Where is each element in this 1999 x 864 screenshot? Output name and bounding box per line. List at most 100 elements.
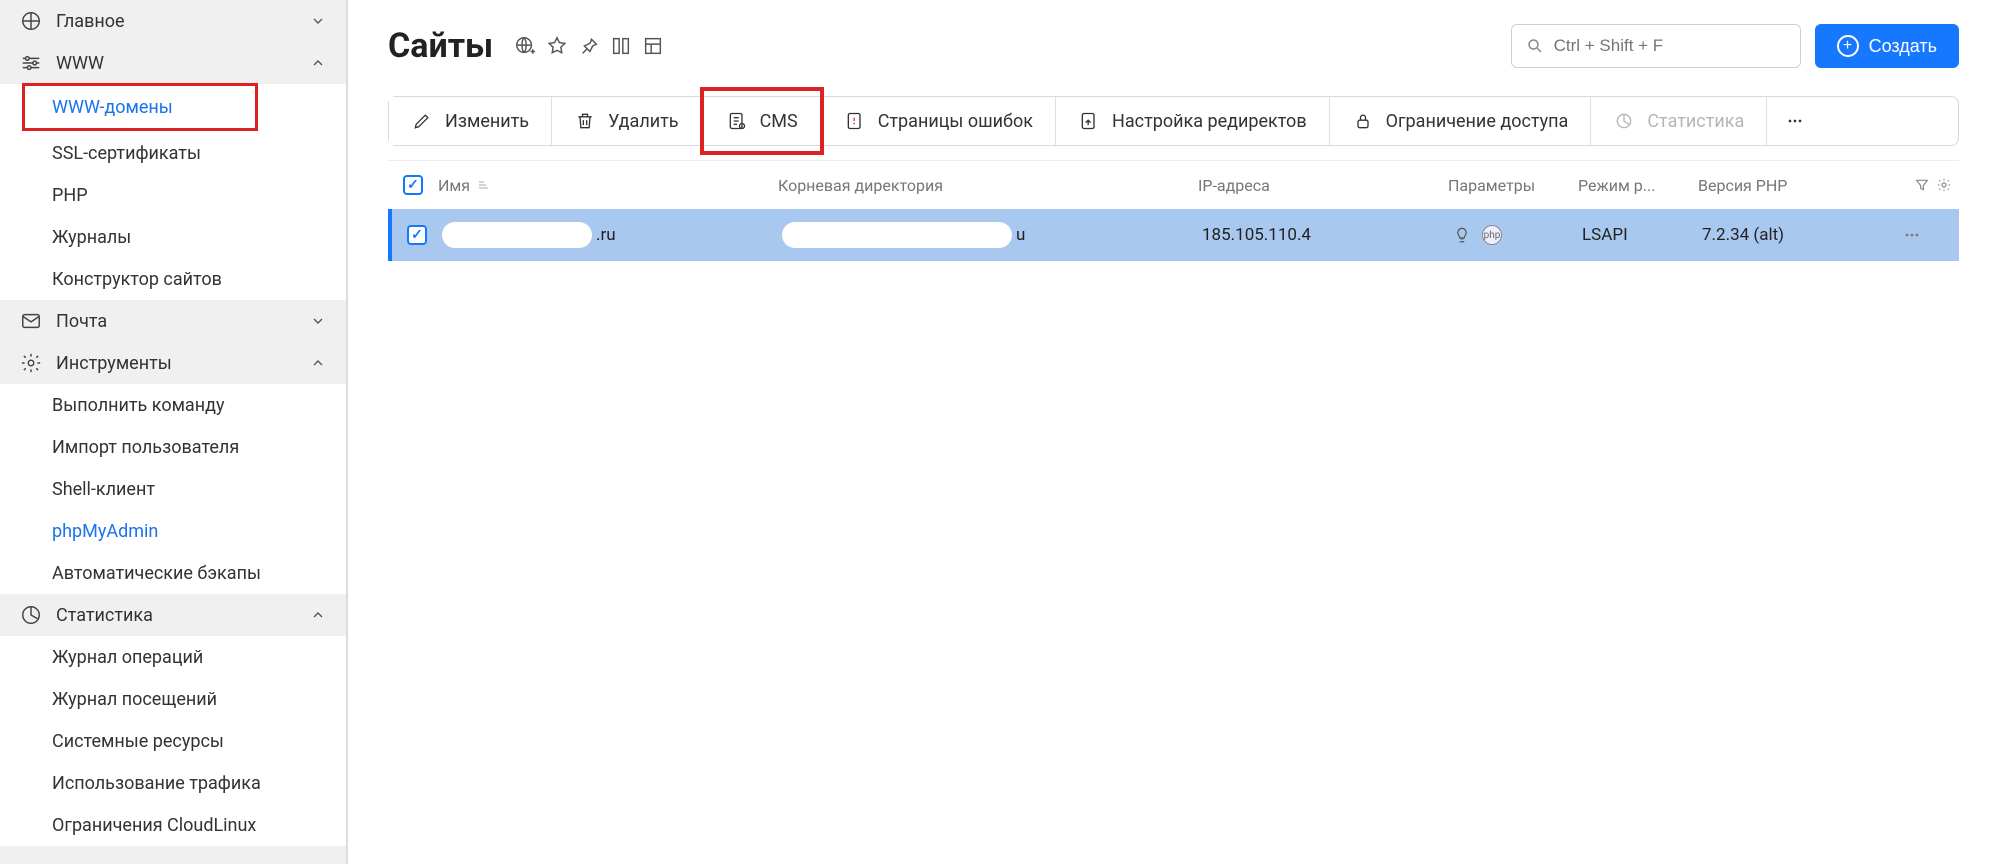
- sidebar-item-label: Импорт пользователя: [52, 437, 239, 458]
- sidebar-item-journals[interactable]: Журналы: [0, 216, 346, 258]
- layout-icon[interactable]: [641, 34, 665, 58]
- sidebar-item-phpmyadmin[interactable]: phpMyAdmin: [0, 510, 346, 552]
- select-all-checkbox[interactable]: [403, 175, 423, 195]
- lock-icon: [1352, 110, 1374, 132]
- sidebar-item-import-user[interactable]: Импорт пользователя: [0, 426, 346, 468]
- sidebar-item-php[interactable]: PHP: [0, 174, 346, 216]
- sidebar-sub-www: WWW-домены SSL-сертификаты PHP Журналы К…: [0, 84, 346, 300]
- title-actions: [513, 34, 665, 58]
- th-phpver[interactable]: Версия PHP: [1698, 176, 1898, 195]
- toolbar-cms-button[interactable]: CMS: [704, 97, 820, 145]
- sidebar-item-label: Автоматические бэкапы: [52, 563, 261, 584]
- sidebar-head-label: Главное: [56, 11, 296, 32]
- sidebar-item-ssl[interactable]: SSL-сертификаты: [0, 132, 346, 174]
- sidebar-item-shell[interactable]: Shell-клиент: [0, 468, 346, 510]
- toolbar-access-button[interactable]: Ограничение доступа: [1330, 97, 1592, 145]
- sidebar-item-label: WWW-домены: [52, 97, 173, 118]
- filter-icon[interactable]: [1914, 177, 1930, 193]
- columns-icon[interactable]: [609, 34, 633, 58]
- sidebar-item-traffic[interactable]: Использование трафика: [0, 762, 346, 804]
- php-badge-icon[interactable]: php: [1482, 225, 1502, 245]
- th-root[interactable]: Корневая директория: [778, 176, 1198, 195]
- sidebar-item-sysres[interactable]: Системные ресурсы: [0, 720, 346, 762]
- toolbar-label: Изменить: [445, 111, 529, 132]
- cell-name: .ru: [442, 222, 782, 248]
- sidebar-item-label: PHP: [52, 185, 88, 206]
- toolbar-redirects-button[interactable]: Настройка редиректов: [1056, 97, 1330, 145]
- globe-plus-icon[interactable]: [513, 34, 537, 58]
- sidebar-item-label: Выполнить команду: [52, 395, 225, 416]
- sidebar-head-label: Статистика: [56, 605, 296, 626]
- create-button[interactable]: + Создать: [1815, 24, 1959, 68]
- toolbar-delete-button[interactable]: Удалить: [552, 97, 701, 145]
- highlight-cms: CMS: [700, 87, 824, 155]
- sidebar-item-label: Журнал посещений: [52, 689, 217, 710]
- cell-phpver: 7.2.34 (alt): [1702, 225, 1902, 245]
- sidebar-item-visitlog[interactable]: Журнал посещений: [0, 678, 346, 720]
- toolbar-label: Настройка редиректов: [1112, 111, 1307, 132]
- search-input[interactable]: [1554, 36, 1786, 56]
- th-mode[interactable]: Режим р...: [1578, 176, 1698, 195]
- cms-icon: [726, 110, 748, 132]
- cell-params: php: [1452, 225, 1582, 245]
- sidebar-item-label: Журналы: [52, 227, 131, 248]
- sidebar-item-oplog[interactable]: Журнал операций: [0, 636, 346, 678]
- sidebar-head-main[interactable]: Главное: [0, 0, 346, 42]
- star-icon[interactable]: [545, 34, 569, 58]
- sidebar-head-www[interactable]: WWW: [0, 42, 346, 84]
- sidebar-item-label: Журнал операций: [52, 647, 203, 668]
- sidebar-head-stats[interactable]: Статистика: [0, 594, 346, 636]
- toolbar-edit-button[interactable]: Изменить: [389, 97, 552, 145]
- lightbulb-icon[interactable]: [1452, 225, 1472, 245]
- th-ip[interactable]: IP-адреса: [1198, 176, 1448, 195]
- search-icon: [1526, 37, 1544, 55]
- mail-icon: [20, 310, 42, 332]
- sidebar-item-cloudlinux[interactable]: Ограничения CloudLinux: [0, 804, 346, 846]
- sliders-icon: [20, 52, 42, 74]
- sidebar-section-tools: Инструменты Выполнить команду Импорт пол…: [0, 342, 346, 594]
- create-button-label: Создать: [1869, 36, 1937, 57]
- gear-icon[interactable]: [1936, 177, 1952, 193]
- search-box[interactable]: [1511, 24, 1801, 68]
- row-more-button[interactable]: [1902, 225, 1962, 245]
- mode-value: LSAPI: [1582, 225, 1628, 245]
- pencil-icon: [411, 110, 433, 132]
- root-suffix: u: [1016, 225, 1025, 245]
- chevron-up-icon: [310, 355, 326, 371]
- pin-icon[interactable]: [577, 34, 601, 58]
- sidebar-head-label: Инструменты: [56, 353, 296, 374]
- sidebar-head-tools[interactable]: Инструменты: [0, 342, 346, 384]
- dots-icon: [1785, 111, 1805, 131]
- toolbar: Изменить Удалить CMS Страницы ошибок: [388, 96, 1959, 146]
- sidebar-item-exec[interactable]: Выполнить команду: [0, 384, 346, 426]
- sidebar-head-label: WWW: [56, 53, 296, 74]
- sidebar-item-label: Конструктор сайтов: [52, 269, 222, 290]
- sidebar-section-stats: Статистика Журнал операций Журнал посеще…: [0, 594, 346, 846]
- trash-icon: [574, 110, 596, 132]
- sidebar-sub-tools: Выполнить команду Импорт пользователя Sh…: [0, 384, 346, 594]
- redacted-root: [782, 222, 1012, 248]
- gear-icon: [20, 352, 42, 374]
- name-suffix: .ru: [596, 225, 616, 245]
- row-checkbox[interactable]: [407, 225, 427, 245]
- sidebar-sub-stats: Журнал операций Журнал посещений Системн…: [0, 636, 346, 846]
- toolbar-label: CMS: [760, 111, 798, 132]
- cell-ip: 185.105.110.4: [1202, 225, 1452, 245]
- th-label: Версия PHP: [1698, 176, 1787, 195]
- sidebar-item-builder[interactable]: Конструктор сайтов: [0, 258, 346, 300]
- chevron-up-icon: [310, 55, 326, 71]
- th-name[interactable]: Имя: [438, 176, 778, 195]
- table-row[interactable]: .ru u 185.105.110.4 php LSAPI 7.2.34 (al…: [388, 209, 1959, 261]
- sidebar-item-backup[interactable]: Автоматические бэкапы: [0, 552, 346, 594]
- th-label: Режим р...: [1578, 176, 1655, 195]
- sidebar-head-label: Почта: [56, 311, 296, 332]
- toolbar-error-pages-button[interactable]: Страницы ошибок: [822, 97, 1056, 145]
- sidebar-item-www-domains[interactable]: WWW-домены: [25, 86, 255, 128]
- dashboard-icon: [20, 10, 42, 32]
- th-params[interactable]: Параметры: [1448, 176, 1578, 195]
- sidebar-head-mail[interactable]: Почта: [0, 300, 346, 342]
- toolbar-label: Ограничение доступа: [1386, 111, 1569, 132]
- sidebar-item-label: Использование трафика: [52, 773, 261, 794]
- toolbar-more-button[interactable]: [1767, 97, 1823, 145]
- sidebar-section-mail: Почта: [0, 300, 346, 342]
